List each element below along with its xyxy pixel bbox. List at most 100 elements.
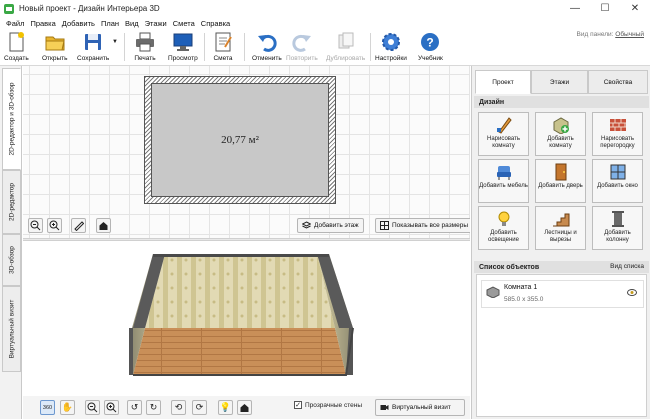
menu-add[interactable]: Добавить (59, 19, 98, 28)
zoom-in-button[interactable] (47, 218, 62, 233)
tilt-up-icon: ⟲ (174, 402, 183, 412)
folder-icon (44, 31, 66, 53)
add-column-button[interactable]: Добавить колонну (592, 206, 643, 250)
title-bar: Новый проект - Дизайн Интерьера 3D — ☐ ✕ (0, 0, 650, 17)
zoom-in-icon (49, 220, 60, 231)
preview-button[interactable]: Просмотр (168, 29, 198, 66)
toolbar: Создать Открыть Сохранить ▼ Печать Просм… (0, 29, 650, 66)
redo-button[interactable]: Повторить (286, 29, 318, 66)
armchair-icon (495, 163, 513, 181)
menu-view[interactable]: Вид (122, 19, 142, 28)
rotate-right-button[interactable]: ↻ (146, 400, 161, 415)
save-dropdown-arrow[interactable]: ▼ (112, 39, 118, 49)
add-furniture-button[interactable]: Добавить мебель (478, 159, 529, 203)
close-button[interactable]: ✕ (620, 0, 650, 17)
toolbar-separator (244, 33, 245, 61)
brick-wall-icon (609, 116, 627, 134)
room-3d-render (129, 254, 354, 376)
object-size: 585.0 x 355.0 (504, 296, 544, 303)
zoom-out-button[interactable] (28, 218, 43, 233)
save-button[interactable]: Сохранить (77, 29, 109, 66)
object-name: Комната 1 (504, 284, 538, 291)
transparent-walls-checkbox[interactable]: ✓ (294, 401, 302, 409)
add-window-button[interactable]: Добавить окно (592, 159, 643, 203)
add-room-button[interactable]: Добавить комнату (535, 112, 586, 156)
layers-icon (301, 221, 312, 230)
create-button[interactable]: Создать (4, 29, 29, 66)
open-button[interactable]: Открыть (42, 29, 68, 66)
tab-project[interactable]: Проект (475, 70, 531, 94)
toolbar-separator (124, 33, 125, 61)
toolbar-separator (370, 33, 371, 61)
draw-partition-button[interactable]: Нарисовать перегородку (592, 112, 643, 156)
duplicate-icon (335, 31, 357, 53)
tab-2d-editor-3d-view[interactable]: 2D-редактор и 3D-обзор (2, 68, 21, 170)
hand-icon: ✋ (61, 402, 74, 412)
eye-visibility-icon[interactable] (627, 289, 637, 296)
panel-view-value[interactable]: Обычный (615, 31, 644, 38)
estimate-button[interactable]: Смета (212, 29, 234, 66)
light-bulb-icon (495, 210, 513, 228)
print-button[interactable]: Печать (134, 29, 156, 66)
undo-button[interactable]: Отменить (252, 29, 282, 66)
window-icon (609, 163, 627, 181)
rotate-left-button[interactable]: ↺ (127, 400, 142, 415)
add-floor-button[interactable]: Добавить этаж (297, 218, 364, 233)
duplicate-button[interactable]: Дублировать (326, 29, 365, 66)
add-lighting-button[interactable]: Добавить освещение (478, 206, 529, 250)
new-document-icon (5, 31, 27, 53)
settings-button[interactable]: Настройки (375, 29, 407, 66)
tab-properties[interactable]: Свойства (588, 70, 648, 94)
tab-virtual-visit[interactable]: Виртуальный визит (2, 286, 21, 372)
stairs-and-cutouts-button[interactable]: Лестницы и вырезы (535, 206, 586, 250)
floppy-disk-icon (82, 31, 104, 53)
tilt-up-button[interactable]: ⟲ (171, 400, 186, 415)
list-view-link[interactable]: Вид списка (610, 263, 644, 270)
zoom-in-3d-button[interactable] (104, 400, 119, 415)
maximize-button[interactable]: ☐ (590, 0, 620, 17)
plan-2d-editor[interactable]: 20,77 м² Добавить этаж Показывать все ра… (23, 66, 470, 238)
door-icon (552, 163, 570, 181)
menu-help[interactable]: Справка (198, 19, 233, 28)
rotate-360-button[interactable]: 360 (40, 400, 55, 415)
list-item[interactable]: Комната 1 585.0 x 355.0 (481, 280, 644, 308)
tilt-down-button[interactable]: ⟳ (192, 400, 207, 415)
column-icon (609, 210, 627, 228)
tab-2d-editor[interactable]: 2D-редактор (2, 170, 21, 234)
right-panel: Проект Этажи Свойства Дизайн Нарисовать … (471, 66, 650, 419)
redo-arrow-icon (291, 31, 313, 53)
tab-floors[interactable]: Этажи (531, 70, 588, 94)
room-area-label: 20,77 м² (221, 134, 259, 146)
estimate-clipboard-icon (212, 31, 234, 53)
show-all-sizes-button[interactable]: Показывать все размеры (375, 218, 470, 233)
add-door-button[interactable]: Добавить дверь (535, 159, 586, 203)
panel-view-selector[interactable]: Вид панели: Обычный (577, 31, 644, 38)
ruler-button[interactable] (71, 218, 86, 233)
menu-file[interactable]: Файл (3, 19, 27, 28)
room-2d[interactable]: 20,77 м² (144, 76, 336, 204)
minimize-button[interactable]: — (560, 0, 590, 17)
room-object-icon (486, 286, 500, 299)
menu-bar: Файл Правка Добавить План Вид Этажи Смет… (0, 17, 650, 29)
pan-hand-button[interactable]: ✋ (60, 400, 75, 415)
menu-edit[interactable]: Правка (27, 19, 58, 28)
object-list: Комната 1 585.0 x 355.0 (476, 274, 647, 417)
tab-3d-view[interactable]: 3D-обзор (2, 234, 21, 286)
draw-room-button[interactable]: Нарисовать комнату (478, 112, 529, 156)
svg-text:?: ? (427, 36, 434, 50)
home-icon (99, 222, 108, 230)
transparent-walls-toggle[interactable]: ✓ Прозрачные стены (294, 401, 362, 409)
lighting-button[interactable]: 💡 (218, 400, 233, 415)
window-title: Новый проект - Дизайн Интерьера 3D (19, 4, 160, 13)
view-mode-tabs: 2D-редактор и 3D-обзор 2D-редактор 3D-об… (0, 66, 22, 419)
virtual-visit-button[interactable]: Виртуальный визит (375, 399, 465, 416)
menu-estimate[interactable]: Смета (170, 19, 198, 28)
zoom-out-3d-button[interactable] (85, 400, 100, 415)
view-3d[interactable] (23, 241, 470, 419)
home-view-3d-button[interactable] (237, 400, 252, 415)
home-view-button[interactable] (96, 218, 111, 233)
tutorial-button[interactable]: ? Учебник (418, 29, 443, 66)
video-camera-icon (380, 403, 389, 412)
menu-plan[interactable]: План (98, 19, 122, 28)
menu-floors[interactable]: Этажи (142, 19, 170, 28)
